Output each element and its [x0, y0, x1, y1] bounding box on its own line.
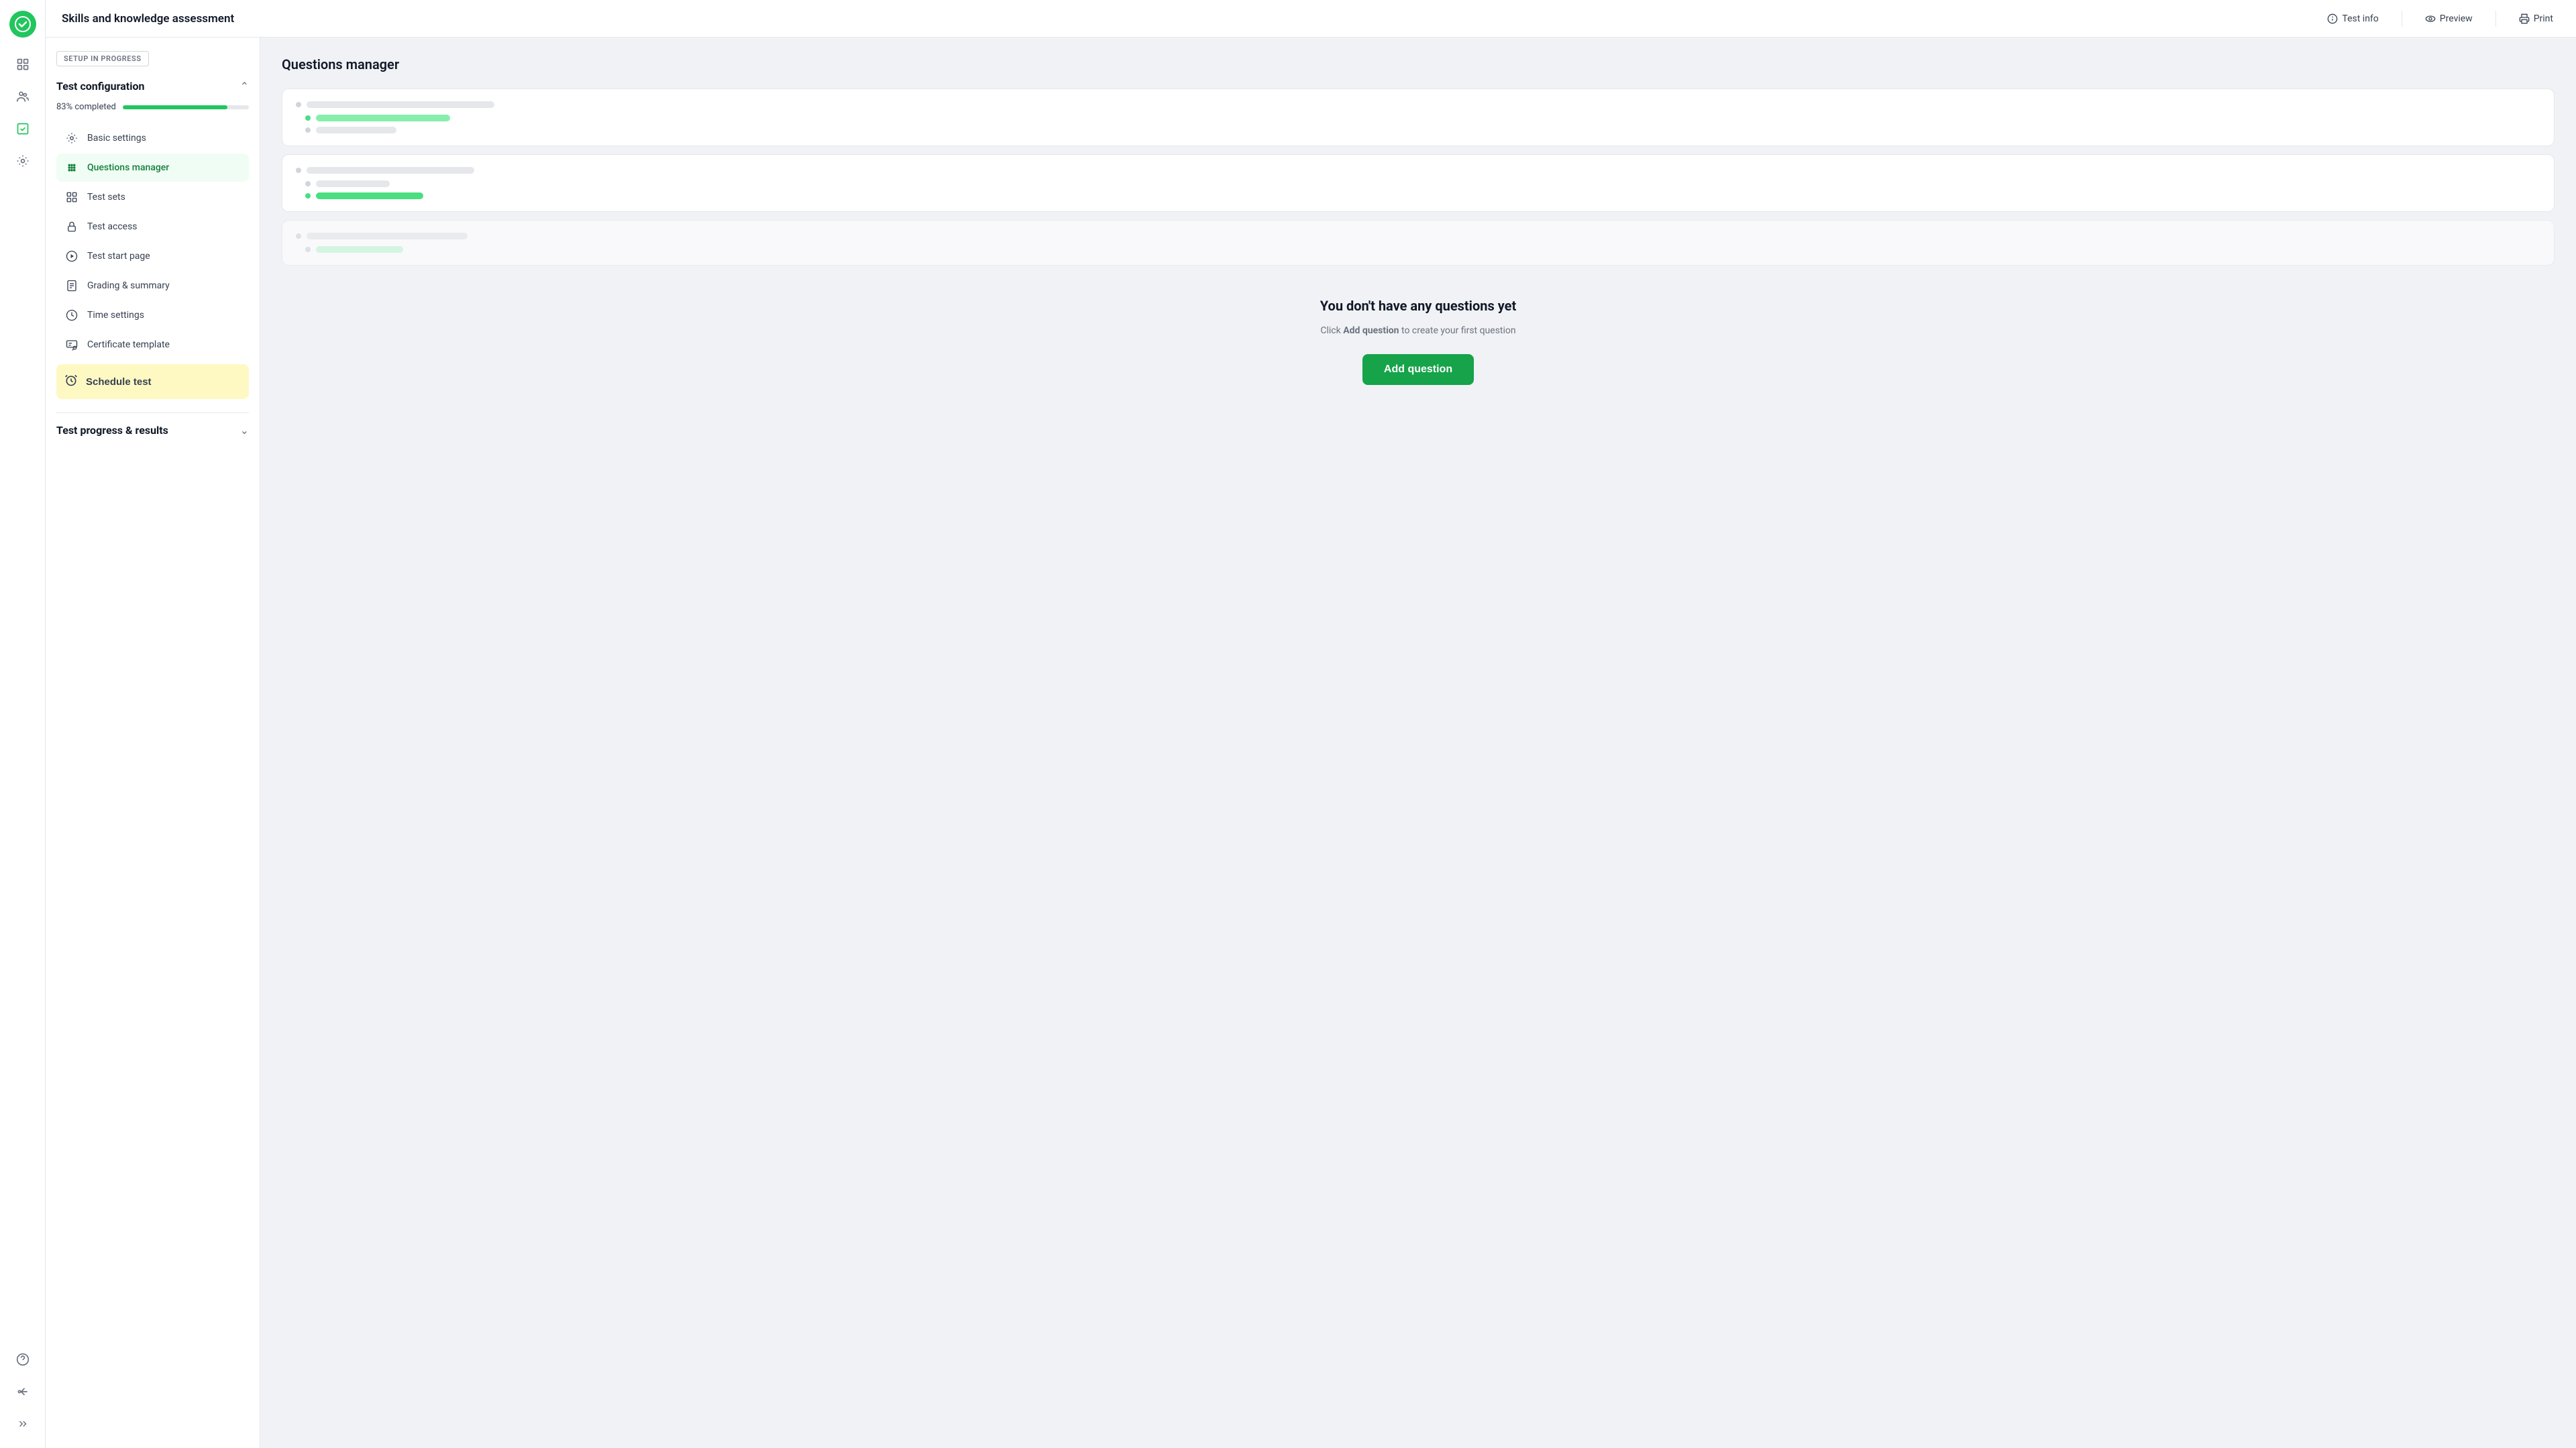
nav-users[interactable]: [9, 83, 36, 110]
questions-manager-label: Questions manager: [87, 162, 169, 173]
ph-line: [316, 180, 390, 187]
nav-home[interactable]: [9, 51, 36, 78]
sidebar-item-time-settings[interactable]: Time settings: [56, 301, 249, 329]
sidebar-divider: [56, 412, 249, 413]
eye-icon: [2425, 13, 2436, 24]
circle-play-icon: [64, 249, 79, 264]
empty-state-description: Click Add question to create your first …: [282, 323, 2555, 338]
ph-line: [307, 167, 474, 174]
progress-fill: [123, 105, 227, 109]
logo-icon: [15, 16, 31, 32]
sidebar-item-test-sets[interactable]: Test sets: [56, 183, 249, 211]
nav-expand[interactable]: [9, 1410, 36, 1437]
basic-settings-label: Basic settings: [87, 133, 146, 144]
ph-dot: [296, 168, 301, 173]
left-navigation: [0, 0, 46, 1448]
clock-alarm-icon: [64, 374, 78, 390]
test-start-page-label: Test start page: [87, 251, 150, 262]
progress-bar: [123, 105, 249, 109]
sidebar-item-test-access[interactable]: Test access: [56, 213, 249, 241]
sidebar: SETUP IN PROGRESS Test configuration ⌃ 8…: [46, 38, 260, 1448]
sidebar-item-test-start-page[interactable]: Test start page: [56, 242, 249, 270]
print-button[interactable]: Print: [2512, 9, 2560, 28]
desc-prefix: Click: [1320, 325, 1343, 336]
sidebar-item-basic-settings[interactable]: Basic settings: [56, 124, 249, 152]
top-bar: Skills and knowledge assessment Test inf…: [46, 0, 2576, 38]
empty-state-title: You don't have any questions yet: [282, 298, 2555, 314]
clock-icon: [64, 308, 79, 323]
empty-state: You don't have any questions yet Click A…: [282, 284, 2555, 398]
ph-line: [316, 246, 403, 253]
top-bar-actions: Test info Preview Print: [2320, 9, 2560, 28]
config-chevron-icon: ⌃: [240, 80, 249, 93]
document-list-icon: [64, 278, 79, 293]
printer-icon: [2519, 13, 2530, 24]
test-config-header[interactable]: Test configuration ⌃: [56, 80, 249, 93]
schedule-test-button[interactable]: Schedule test: [56, 364, 249, 399]
ph-dot: [296, 102, 301, 107]
test-progress-title: Test progress & results: [56, 424, 168, 437]
ph-dot: [296, 233, 301, 239]
squares-icon: [64, 190, 79, 205]
sidebar-item-questions-manager[interactable]: Questions manager: [56, 154, 249, 182]
main-content: Questions manager: [260, 38, 2576, 1448]
sidebar-item-certificate-template[interactable]: Certificate template: [56, 331, 249, 359]
ph-line: [307, 233, 468, 239]
test-access-label: Test access: [87, 221, 138, 232]
ph-line: [307, 101, 494, 108]
page-title: Skills and knowledge assessment: [62, 12, 234, 25]
grid-dots-icon: [64, 160, 79, 175]
test-info-label: Test info: [2342, 13, 2378, 24]
test-progress-header[interactable]: Test progress & results ⌄: [56, 421, 249, 439]
test-sets-label: Test sets: [87, 192, 125, 203]
nav-back[interactable]: [9, 1378, 36, 1405]
ph-line-short-green: [316, 192, 423, 199]
content-title: Questions manager: [282, 56, 2555, 72]
placeholder-card-1: [282, 89, 2555, 146]
sidebar-item-grading-summary[interactable]: Grading & summary: [56, 272, 249, 300]
ph-dot: [305, 127, 311, 133]
placeholder-card-2: [282, 154, 2555, 212]
setup-badge: SETUP IN PROGRESS: [56, 51, 149, 66]
add-question-button[interactable]: Add question: [1362, 354, 1474, 385]
preview-button[interactable]: Preview: [2418, 9, 2479, 28]
nav-help[interactable]: [9, 1346, 36, 1373]
app-logo: [9, 11, 36, 38]
ph-line: [316, 127, 396, 133]
time-settings-label: Time settings: [87, 310, 144, 321]
preview-label: Preview: [2440, 13, 2473, 24]
nav-assessment[interactable]: [9, 115, 36, 142]
desc-bold: Add question: [1343, 325, 1399, 336]
test-info-button[interactable]: Test info: [2320, 9, 2385, 28]
placeholder-card-3: [282, 220, 2555, 266]
certificate-template-label: Certificate template: [87, 339, 170, 350]
certificate-icon: [64, 337, 79, 352]
progress-label: 83% completed: [56, 102, 116, 112]
ph-dot: [305, 247, 311, 252]
grading-summary-label: Grading & summary: [87, 280, 170, 291]
lock-icon: [64, 219, 79, 234]
schedule-test-label: Schedule test: [86, 376, 152, 388]
info-icon: [2327, 13, 2338, 24]
ph-dot-green: [305, 193, 311, 199]
gear-icon: [64, 131, 79, 146]
placeholder-cards: [282, 89, 2555, 266]
print-label: Print: [2534, 13, 2553, 24]
ph-dot: [305, 181, 311, 186]
nav-settings[interactable]: [9, 148, 36, 174]
progress-chevron-icon: ⌄: [240, 424, 249, 437]
ph-line-green: [316, 115, 450, 121]
test-config-title: Test configuration: [56, 80, 144, 93]
progress-row: 83% completed: [56, 102, 249, 112]
desc-suffix: to create your first question: [1399, 325, 1516, 336]
ph-dot-green: [305, 115, 311, 121]
